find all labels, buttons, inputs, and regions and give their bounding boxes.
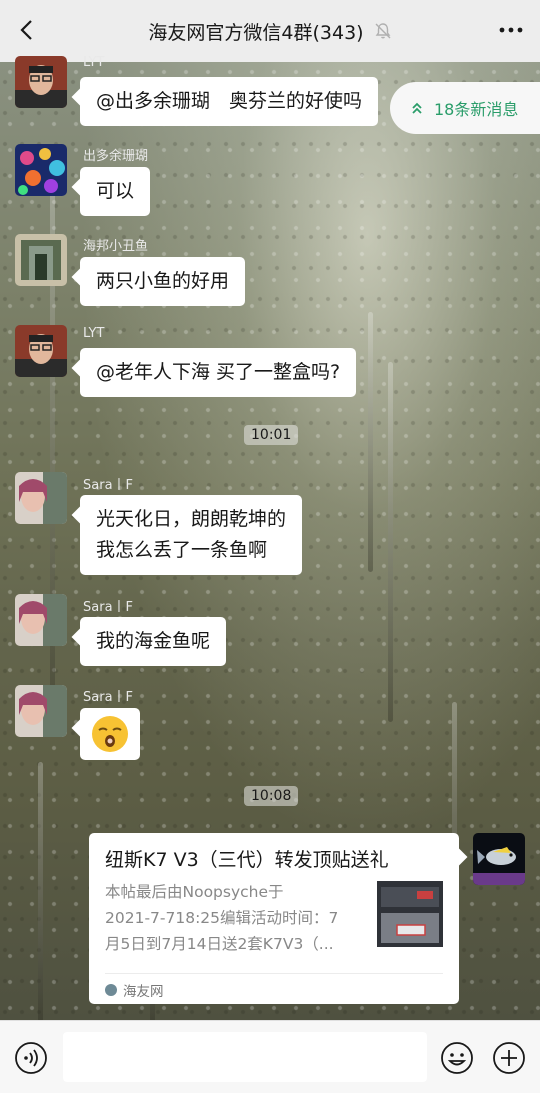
voice-icon[interactable] xyxy=(14,1041,48,1075)
message-bubble[interactable]: @出多余珊瑚 奥芬兰的好使吗 xyxy=(80,77,379,126)
link-card[interactable]: 纽斯K7 V3（三代）转发顶贴送礼 本帖最后由Noopsyche于 2021-7… xyxy=(89,833,459,1004)
new-messages-badge[interactable]: 18条新消息 xyxy=(390,82,540,134)
sleepy-face-emoji-icon xyxy=(90,714,130,764)
sender-name: Sara丨F xyxy=(83,690,134,705)
source-logo-icon xyxy=(105,984,117,996)
sender-name: 海邦小丑鱼 xyxy=(83,239,149,254)
sender-name: Sara丨F xyxy=(83,600,134,615)
chat-title: 海友网官方微信4群(343) xyxy=(148,18,391,45)
plus-circle-icon[interactable] xyxy=(492,1041,526,1075)
card-desc-line: 月5日到7月14日送2套K7V3（... xyxy=(105,935,334,953)
card-desc-line: 2021-7-718:25编辑活动时间：7 xyxy=(105,909,339,927)
input-bar xyxy=(0,1020,540,1093)
card-description: 本帖最后由Noopsyche于 2021-7-718:25编辑活动时间：7 月5… xyxy=(105,879,365,957)
ellipsis-icon[interactable] xyxy=(496,18,526,42)
avatar[interactable] xyxy=(15,472,67,524)
message-input[interactable] xyxy=(63,1032,427,1082)
message-bubble[interactable]: 两只小鱼的好用 xyxy=(80,257,246,306)
message-line: 我怎么丢了一条鱼啊 xyxy=(96,539,268,561)
message-bubble[interactable]: 我的海金鱼呢 xyxy=(80,617,227,666)
timestamp: 10:08 xyxy=(244,786,299,806)
avatar[interactable] xyxy=(15,144,67,196)
message-bubble[interactable]: @老年人下海 买了一整盒吗? xyxy=(80,348,357,397)
chat-header: 海友网官方微信4群(343) xyxy=(0,0,540,62)
message-bubble[interactable]: 光天化日，朗朗乾坤的 我怎么丢了一条鱼啊 xyxy=(80,495,303,575)
avatar[interactable] xyxy=(15,56,67,108)
emoji-icon[interactable] xyxy=(440,1041,474,1075)
group-name: 海友网官方微信4群(343) xyxy=(148,21,364,44)
sender-name: Sara丨F xyxy=(83,478,134,493)
sender-name: 出多余珊瑚 xyxy=(83,149,149,164)
message-bubble[interactable] xyxy=(80,708,140,760)
bell-muted-icon xyxy=(374,22,392,40)
double-chevron-up-icon xyxy=(412,102,422,114)
card-source: 海友网 xyxy=(105,980,164,1000)
card-divider xyxy=(105,973,443,974)
avatar[interactable] xyxy=(15,325,67,377)
card-thumbnail xyxy=(377,881,443,947)
avatar[interactable] xyxy=(15,685,67,737)
avatar[interactable] xyxy=(15,234,67,286)
new-messages-label: 18条新消息 xyxy=(434,100,519,119)
sender-name: LYT xyxy=(83,326,105,341)
avatar[interactable] xyxy=(15,594,67,646)
card-source-label: 海友网 xyxy=(123,984,164,1000)
card-title: 纽斯K7 V3（三代）转发顶贴送礼 xyxy=(105,849,389,871)
card-desc-line: 本帖最后由Noopsyche于 xyxy=(105,883,284,901)
avatar[interactable] xyxy=(473,833,525,885)
message-bubble[interactable]: 可以 xyxy=(80,167,151,216)
message-line: 光天化日，朗朗乾坤的 xyxy=(96,508,287,530)
timestamp: 10:01 xyxy=(244,425,299,445)
chevron-left-icon[interactable] xyxy=(14,16,42,44)
sender-name: LYT xyxy=(83,55,105,70)
